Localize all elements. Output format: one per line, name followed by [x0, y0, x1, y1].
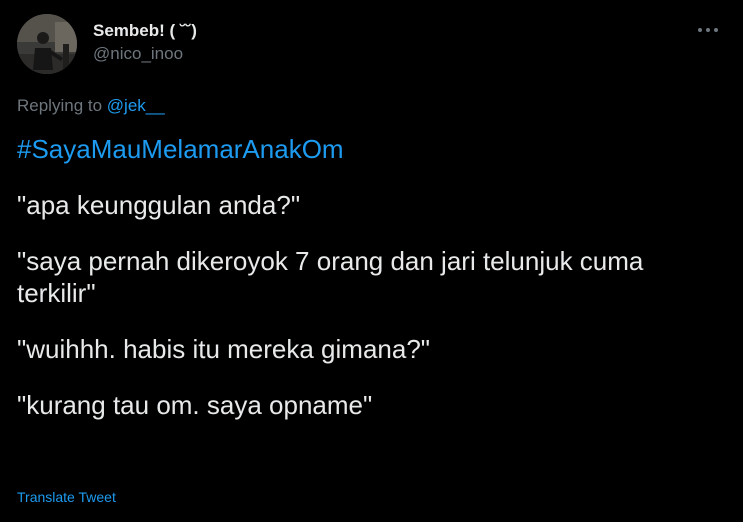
tweet-paragraph: "saya pernah dikeroyok 7 orang dan jari … [17, 246, 644, 308]
avatar-image [17, 14, 77, 74]
replying-to: Replying to @jek__ [17, 95, 165, 117]
more-horizontal-icon[interactable] [697, 24, 719, 36]
replying-to-label: Replying to [17, 96, 107, 115]
tweet-paragraph: "kurang tau om. saya opname" [17, 390, 373, 420]
hashtag-link[interactable]: #SayaMauMelamarAnakOm [17, 133, 729, 165]
avatar[interactable] [17, 14, 77, 74]
user-handle[interactable]: @nico_inoo [93, 43, 197, 65]
tweet-paragraph: "wuihhh. habis itu mereka gimana?" [17, 334, 431, 364]
user-names: Sembeb! ( ˘˘) @nico_inoo [93, 21, 197, 65]
reply-mention-link[interactable]: @jek__ [107, 96, 165, 115]
tweet-paragraph: "apa keunggulan anda?" [17, 190, 301, 220]
translate-tweet-link[interactable]: Translate Tweet [17, 488, 116, 506]
tweet-text: #SayaMauMelamarAnakOm "apa keunggulan an… [17, 133, 729, 421]
display-name[interactable]: Sembeb! ( ˘˘) [93, 21, 197, 41]
tweet: Sembeb! ( ˘˘) @nico_inoo Replying to @je… [0, 0, 743, 522]
tweet-header: Sembeb! ( ˘˘) @nico_inoo [17, 14, 727, 74]
